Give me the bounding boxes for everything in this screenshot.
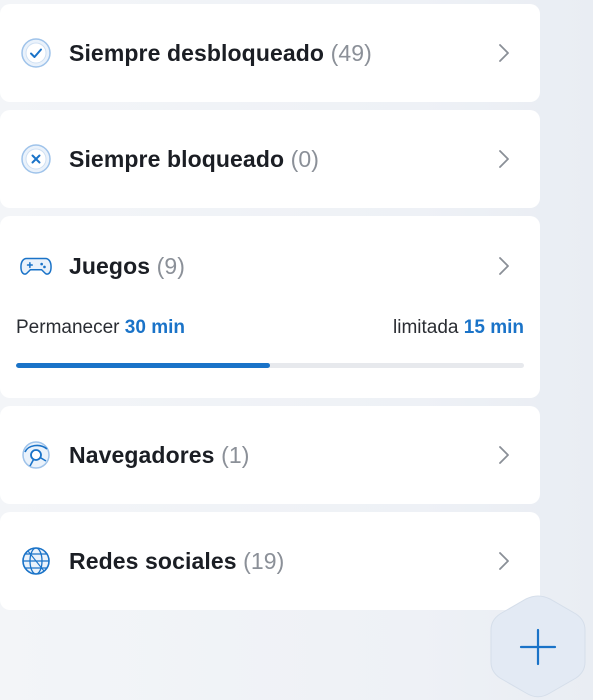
chevron-right-icon [496,444,512,466]
categories-page: Siempre desbloqueado (49) Siempre bloque… [0,0,593,700]
stay-value: 30 min [124,317,185,338]
category-label: Siempre bloqueado (0) [69,146,319,173]
chevron-right-icon [496,255,512,277]
category-name: Siempre desbloqueado [69,39,325,66]
category-card-browsers[interactable]: Navegadores (1) [0,406,540,504]
gamepad-icon [20,250,52,282]
category-name: Redes sociales [69,547,237,574]
category-count: (0) [290,145,320,172]
category-card-always-blocked[interactable]: Siempre bloqueado (0) [0,110,540,208]
stay-time: Permanecer 30 min [16,317,185,339]
chevron-right-icon [496,550,512,572]
category-label: Siempre desbloqueado (49) [69,40,372,67]
add-category-button[interactable] [488,592,588,700]
chevron-right-icon [496,148,512,170]
category-label: Redes sociales (19) [69,548,284,575]
usage-progress-fill [16,363,270,368]
category-label: Navegadores (1) [69,442,249,469]
check-circle-icon [20,37,52,69]
category-name: Navegadores [69,441,215,468]
limit-value: 15 min [463,317,524,338]
limit-label: limitada [393,317,459,338]
category-count: (9) [156,252,186,279]
category-count: (19) [243,547,285,574]
category-name: Siempre bloqueado [69,145,285,172]
chevron-right-icon [496,42,512,64]
category-count: (1) [221,441,250,468]
x-circle-icon [20,143,52,175]
plus-icon [490,595,586,698]
limit-time: limitada 15 min [393,317,524,339]
category-name: Juegos [69,252,151,279]
category-card-always-unlocked[interactable]: Siempre desbloqueado (49) [0,4,540,102]
category-card-games[interactable]: Juegos (9) Permanecer 30 min limitada 15… [0,216,540,398]
browser-icon [20,439,52,471]
category-label: Juegos (9) [69,253,185,280]
category-count: (49) [330,39,372,66]
category-card-social[interactable]: Redes sociales (19) [0,512,540,610]
usage-progress-bar [16,363,524,368]
stay-label: Permanecer [16,317,120,338]
globe-icon [20,545,52,577]
time-limit-row: Permanecer 30 min limitada 15 min [16,317,524,339]
